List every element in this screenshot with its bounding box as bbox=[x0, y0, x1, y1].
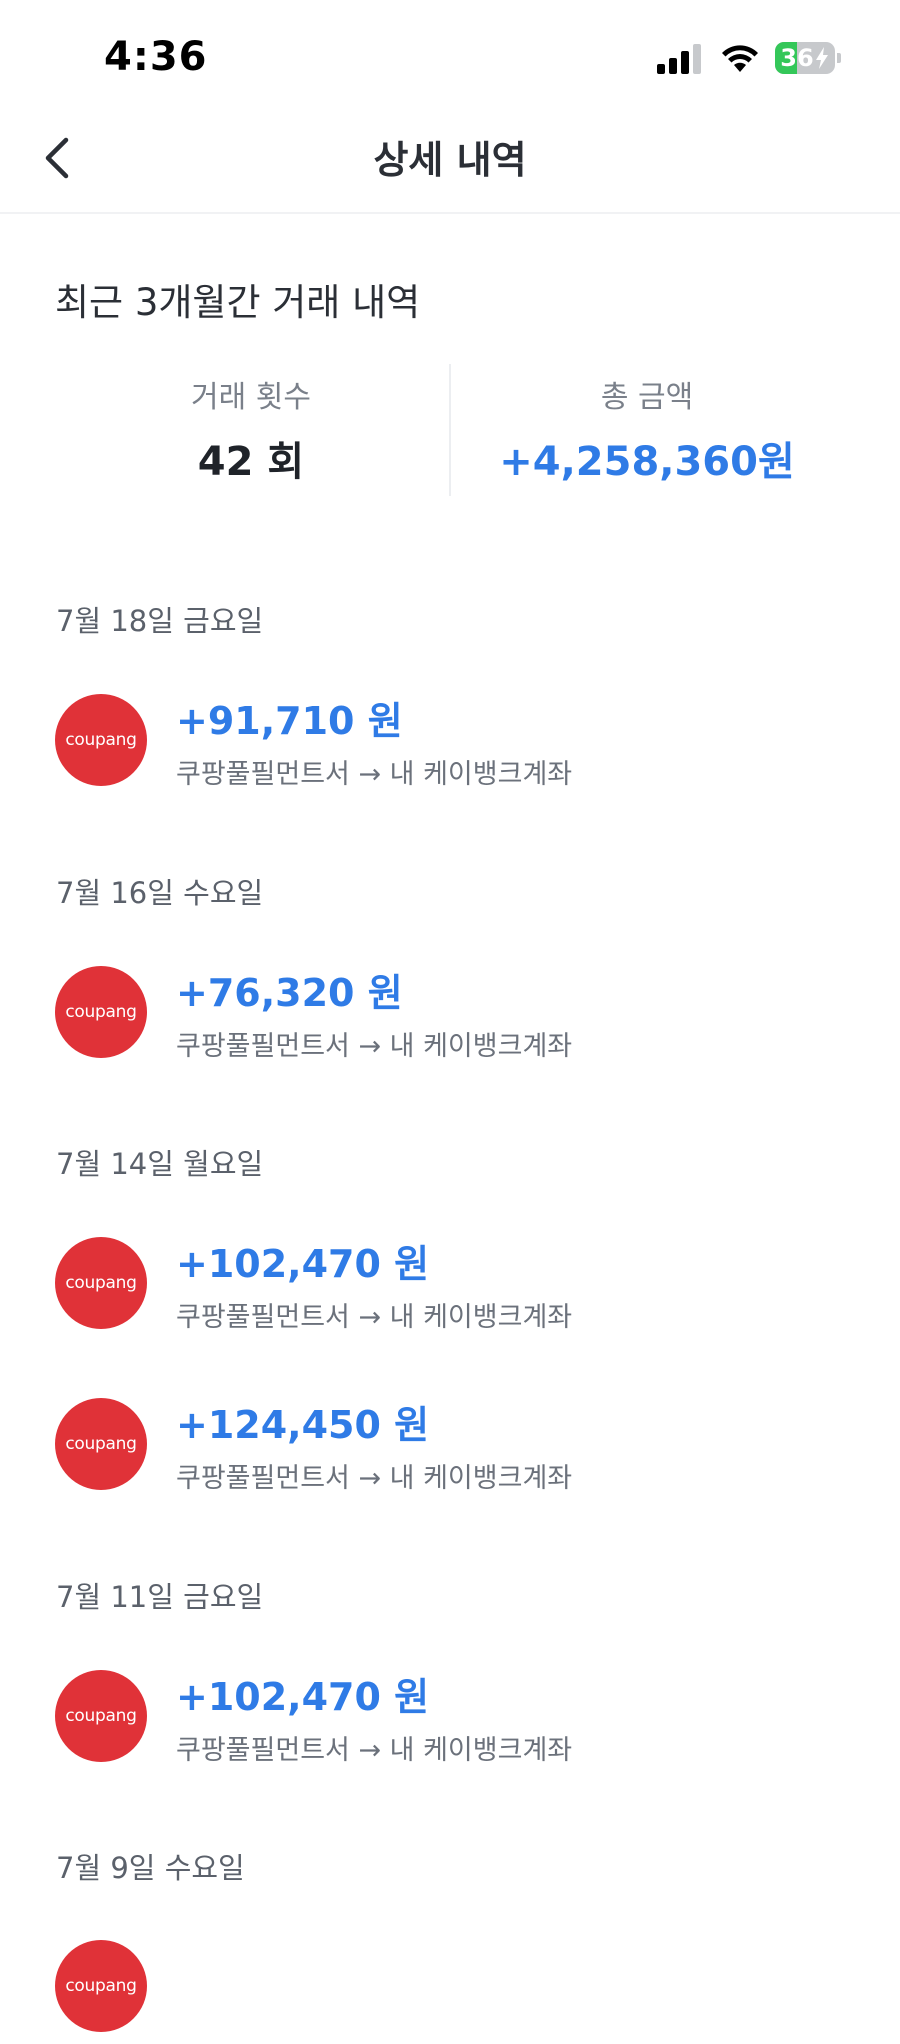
wifi-icon bbox=[722, 45, 758, 72]
bolt-icon bbox=[816, 47, 828, 69]
coupang-logo: coupang bbox=[55, 1670, 147, 1762]
signal-icon bbox=[657, 44, 701, 74]
date-header: 7월 16일 수요일 bbox=[56, 876, 264, 910]
transaction-amount: +124,450 원 bbox=[176, 1403, 430, 1447]
back-button[interactable] bbox=[36, 130, 86, 186]
period-title: 최근 3개월간 거래 내역 bbox=[55, 281, 421, 324]
date-header: 7월 9일 수요일 bbox=[56, 1851, 245, 1885]
coupang-logo: coupang bbox=[55, 1940, 147, 2032]
transaction-row[interactable]: coupang bbox=[0, 1940, 900, 2044]
transaction-amount: +102,470 원 bbox=[176, 1675, 430, 1719]
transaction-row[interactable]: coupang +102,470 원 쿠팡풀필먼트서 → 내 케이뱅크계좌 bbox=[0, 1670, 900, 1774]
transaction-description: 쿠팡풀필먼트서 → 내 케이뱅크계좌 bbox=[176, 759, 573, 790]
coupang-logo: coupang bbox=[55, 1398, 147, 1490]
battery-percent: 36 bbox=[780, 44, 814, 72]
transaction-row[interactable]: coupang +124,450 원 쿠팡풀필먼트서 → 내 케이뱅크계좌 bbox=[0, 1398, 900, 1502]
transaction-row[interactable]: coupang +102,470 원 쿠팡풀필먼트서 → 내 케이뱅크계좌 bbox=[0, 1237, 900, 1341]
summary-panel: 거래 횟수 42 회 총 금액 +4,258,360원 bbox=[0, 364, 900, 496]
total-value: +4,258,360원 bbox=[499, 439, 795, 485]
transaction-description: 쿠팡풀필먼트서 → 내 케이뱅크계좌 bbox=[176, 1735, 573, 1766]
date-header: 7월 11일 금요일 bbox=[56, 1580, 264, 1614]
transaction-row[interactable]: coupang +76,320 원 쿠팡풀필먼트서 → 내 케이뱅크계좌 bbox=[0, 966, 900, 1070]
transaction-description: 쿠팡풀필먼트서 → 내 케이뱅크계좌 bbox=[176, 1302, 573, 1333]
nav-bar: 상세 내역 bbox=[0, 110, 900, 214]
transaction-description: 쿠팡풀필먼트서 → 내 케이뱅크계좌 bbox=[176, 1031, 573, 1062]
coupang-logo: coupang bbox=[55, 694, 147, 786]
transaction-amount: +76,320 원 bbox=[176, 971, 403, 1015]
total-summary: 총 금액 +4,258,360원 bbox=[396, 364, 898, 490]
date-header: 7월 18일 금요일 bbox=[56, 604, 264, 638]
date-header: 7월 14일 월요일 bbox=[56, 1147, 264, 1181]
status-time: 4:36 bbox=[104, 34, 208, 80]
battery-charging-icon: 36 bbox=[775, 42, 841, 74]
transaction-row[interactable]: coupang +91,710 원 쿠팡풀필먼트서 → 내 케이뱅크계좌 bbox=[0, 694, 900, 798]
transaction-description: 쿠팡풀필먼트서 → 내 케이뱅크계좌 bbox=[176, 1463, 573, 1494]
chevron-left-icon bbox=[45, 137, 69, 179]
transaction-amount: +102,470 원 bbox=[176, 1242, 430, 1286]
transaction-amount: +91,710 원 bbox=[176, 699, 403, 743]
coupang-logo: coupang bbox=[55, 966, 147, 1058]
coupang-logo: coupang bbox=[55, 1237, 147, 1329]
page-title: 상세 내역 bbox=[373, 138, 527, 182]
total-label: 총 금액 bbox=[600, 380, 694, 415]
status-bar: 4:36 36 bbox=[0, 0, 900, 110]
